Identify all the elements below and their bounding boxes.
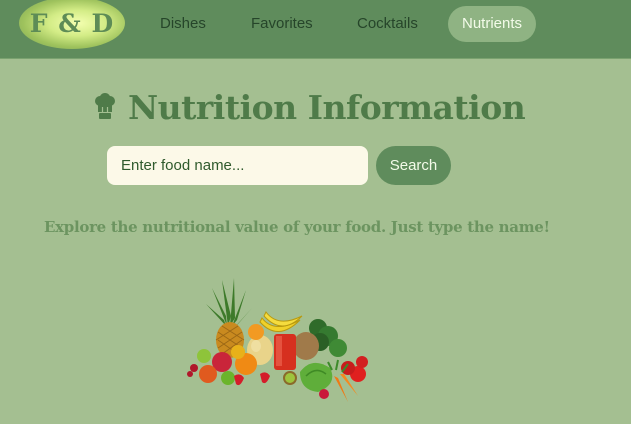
food-search-input[interactable] — [107, 146, 368, 185]
search-button[interactable]: Search — [376, 146, 451, 185]
fruits-and-vegetables-illustration — [187, 278, 368, 402]
nav-item-nutrients[interactable]: Nutrients — [448, 6, 537, 42]
page-heading: Nutrition Information — [94, 84, 526, 130]
chef-hat-icon — [95, 93, 115, 119]
nav-item-cocktails[interactable]: Cocktails — [343, 6, 432, 42]
nav-item-favorites[interactable]: Favorites — [237, 6, 327, 42]
logo[interactable]: F & D — [19, 0, 125, 49]
nav-item-dishes[interactable]: Dishes — [146, 6, 220, 42]
tagline: Explore the nutritional value of your fo… — [44, 218, 550, 236]
page-title: Nutrition Information — [128, 87, 526, 127]
navbar: F & D Dishes Favorites Cocktails Nutrien… — [0, 0, 631, 59]
